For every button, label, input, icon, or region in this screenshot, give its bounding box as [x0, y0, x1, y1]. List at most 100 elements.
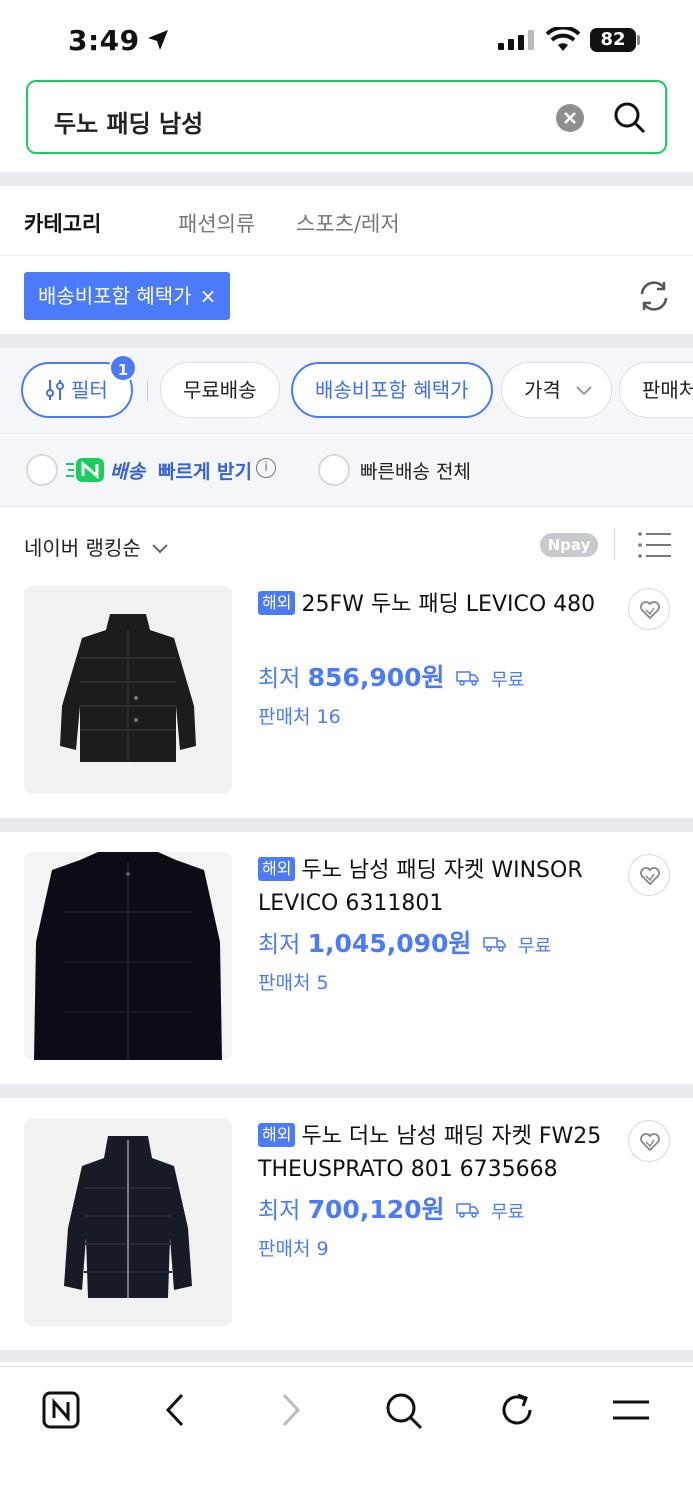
search-icon[interactable]: [384, 1391, 424, 1431]
fast-delivery-brand: 배송: [110, 461, 145, 483]
product-title-text: 25FW 두노 패딩 LEVICO 480: [301, 592, 596, 617]
divider: [614, 528, 615, 560]
sort-label: 네이버 랭킹순: [24, 536, 141, 560]
card-divider: [0, 1350, 693, 1362]
back-arrow-icon[interactable]: [160, 1391, 190, 1429]
delivery-option-row: 배송 빠르게 받기 i 빠른배송 전체: [0, 435, 693, 507]
cellular-signal-icon: [498, 30, 534, 50]
product-title-text: 두노 더노 남성 패딩 자켓 FW25 THEUSPRATO 801 67356…: [258, 1124, 602, 1182]
wifi-icon: [546, 27, 580, 51]
product-image[interactable]: [24, 1118, 232, 1326]
jacket-image: [24, 852, 232, 1060]
search-icon[interactable]: [612, 100, 648, 136]
section-divider: [0, 172, 693, 186]
menu-icon[interactable]: [612, 1391, 650, 1429]
applied-filter-chip[interactable]: 배송비포함 혜택가 ×: [24, 272, 231, 320]
product-price: 최저 856,900원 무료: [258, 658, 524, 694]
reset-filters-icon[interactable]: [636, 278, 672, 314]
price-prefix: 최저: [258, 666, 301, 692]
chevron-down-icon: [576, 386, 592, 396]
battery-indicator: 82: [590, 28, 636, 52]
shipping-label: 무료: [491, 670, 525, 691]
product-card[interactable]: 해외 25FW 두노 패딩 LEVICO 480 최저 856,900원 무료 판…: [0, 586, 693, 812]
shipping-label: 무료: [491, 1202, 525, 1223]
search-input[interactable]: 두노 패딩 남성: [54, 104, 203, 139]
forward-arrow-icon[interactable]: [276, 1391, 306, 1429]
seller-count[interactable]: 판매처 9: [258, 1234, 329, 1261]
filter-count-badge: 1: [109, 354, 137, 382]
shipping-label: 무료: [518, 936, 552, 957]
close-icon: [564, 112, 576, 124]
product-image[interactable]: [24, 586, 232, 794]
free-shipping-chip[interactable]: 무료배송: [160, 362, 280, 418]
jacket-image: [60, 614, 196, 762]
fast-delivery-radio[interactable]: [26, 454, 58, 486]
fast-delivery-label: 빠르게 받기: [158, 461, 253, 483]
product-card[interactable]: 해외 두노 남성 패딩 자켓 WINSOR LEVICO 6311801 최저 1…: [0, 852, 693, 1078]
filter-chip-row: 필터 1 무료배송 배송비포함 혜택가 가격 판매처: [0, 348, 693, 434]
clear-search-button[interactable]: [556, 104, 584, 132]
price-value: 856,900원: [307, 663, 445, 692]
card-divider: [0, 818, 693, 832]
status-bar: 3:49 82: [0, 0, 693, 80]
category-heading: 카테고리: [24, 212, 102, 236]
wishlist-button[interactable]: [628, 588, 670, 630]
price-value: 700,120원: [307, 1195, 445, 1224]
seller-count[interactable]: 판매처 5: [258, 968, 329, 995]
filter-label: 필터: [71, 378, 108, 402]
info-icon[interactable]: i: [256, 458, 276, 478]
truck-icon: [456, 1203, 479, 1218]
naver-home-icon[interactable]: [42, 1391, 80, 1429]
sort-dropdown[interactable]: 네이버 랭킹순: [24, 532, 169, 561]
truck-icon: [456, 671, 479, 686]
jacket-image: [64, 1136, 192, 1298]
category-row: 카테고리 패션의류 스포츠/레저: [0, 186, 693, 256]
price-prefix: 최저: [258, 932, 301, 958]
npay-filter-toggle[interactable]: Npay: [540, 533, 598, 557]
n-delivery-icon: [66, 458, 104, 482]
product-card[interactable]: 해외 두노 더노 남성 패딩 자켓 FW25 THEUSPRATO 801 673…: [0, 1118, 693, 1344]
seller-chip[interactable]: 판매처: [619, 362, 693, 418]
all-fast-delivery-label: 빠른배송 전체: [360, 461, 471, 483]
filter-sliders-icon: [46, 380, 64, 400]
chip-separator: [147, 380, 148, 402]
list-view-icon[interactable]: [638, 532, 672, 558]
overseas-tag: 해외: [258, 1123, 296, 1147]
chevron-down-icon: [152, 544, 168, 554]
browser-toolbar: [0, 1366, 693, 1500]
overseas-tag: 해외: [258, 591, 296, 615]
search-box[interactable]: 두노 패딩 남성: [26, 80, 667, 154]
product-price: 최저 1,045,090원 무료: [258, 924, 551, 960]
product-price: 최저 700,120원 무료: [258, 1190, 524, 1226]
location-arrow-icon: [148, 30, 168, 50]
section-divider: [0, 334, 693, 348]
seller-count[interactable]: 판매처 16: [258, 702, 341, 729]
status-time: 3:49: [68, 24, 140, 57]
card-divider: [0, 1084, 693, 1098]
category-item-sports[interactable]: 스포츠/레저: [296, 208, 400, 238]
price-prefix: 최저: [258, 1198, 301, 1224]
product-title[interactable]: 해외 두노 남성 패딩 자켓 WINSOR LEVICO 6311801: [258, 854, 614, 920]
product-title[interactable]: 해외 25FW 두노 패딩 LEVICO 480: [258, 588, 614, 621]
battery-cap: [637, 35, 640, 45]
price-chip[interactable]: 가격: [501, 362, 613, 418]
truck-icon: [482, 937, 506, 952]
remove-filter-icon[interactable]: ×: [200, 284, 217, 308]
reload-icon[interactable]: [498, 1391, 536, 1429]
product-image[interactable]: [24, 852, 232, 1060]
heart-icon: [640, 601, 660, 620]
wishlist-button[interactable]: [628, 1120, 670, 1162]
category-item-fashion[interactable]: 패션의류: [178, 208, 255, 238]
shipping-included-chip[interactable]: 배송비포함 혜택가: [291, 362, 493, 418]
all-fast-delivery-radio[interactable]: [318, 454, 350, 486]
heart-icon: [640, 1133, 660, 1152]
price-chip-label: 가격: [524, 378, 561, 402]
wishlist-button[interactable]: [628, 854, 670, 896]
heart-icon: [640, 867, 660, 886]
applied-filter-label: 배송비포함 혜택가: [38, 284, 192, 308]
product-title-text: 두노 남성 패딩 자켓 WINSOR LEVICO 6311801: [258, 858, 583, 916]
filter-button[interactable]: 필터 1: [21, 354, 137, 418]
overseas-tag: 해외: [258, 857, 296, 881]
product-title[interactable]: 해외 두노 더노 남성 패딩 자켓 FW25 THEUSPRATO 801 673…: [258, 1120, 614, 1186]
price-value: 1,045,090원: [307, 929, 472, 958]
